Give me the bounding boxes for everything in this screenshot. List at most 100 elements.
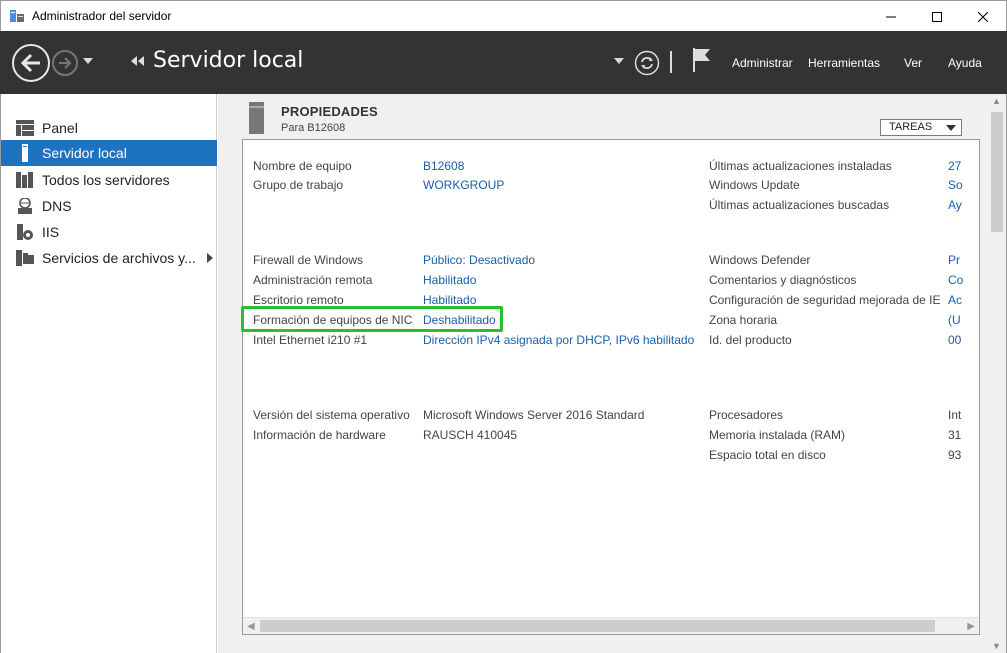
sidebar-item-label: IIS bbox=[42, 224, 60, 240]
sidebar-item-dns[interactable]: DNS bbox=[1, 193, 217, 219]
dns-icon bbox=[15, 197, 35, 215]
sidebar-item-label: Servidor local bbox=[42, 145, 127, 161]
prop-link-ethernet[interactable]: Dirección IPv4 asignada por DHCP, IPv6 h… bbox=[423, 333, 694, 347]
prop-link-remote-desktop[interactable]: Habilitado bbox=[423, 293, 476, 307]
prop-value-os-version: Microsoft Windows Server 2016 Standard bbox=[423, 408, 645, 422]
prop-link-windows-update[interactable]: So bbox=[948, 178, 963, 192]
chevron-right-icon[interactable] bbox=[207, 253, 213, 263]
prop-link-timezone[interactable]: (U bbox=[948, 313, 961, 327]
prop-label: Grupo de trabajo bbox=[253, 178, 344, 192]
menu-herramientas[interactable]: Herramientas bbox=[808, 56, 880, 70]
sidebar-item-local-server[interactable]: Servidor local bbox=[1, 140, 217, 166]
close-icon bbox=[978, 11, 988, 22]
sidebar-item-label: Panel bbox=[42, 120, 78, 136]
notifications-flag-icon[interactable] bbox=[692, 47, 712, 73]
menu-administrar[interactable]: Administrar bbox=[732, 56, 793, 70]
prop-label: Firewall de Windows bbox=[253, 253, 364, 267]
refresh-icon[interactable] bbox=[634, 50, 660, 76]
prop-label: Windows Defender bbox=[709, 253, 811, 267]
sidebar-item-label: Servicios de archivos y... bbox=[42, 250, 196, 266]
title-bar: Administrador del servidor bbox=[0, 0, 1007, 31]
prop-label: Últimas actualizaciones instaladas bbox=[709, 159, 892, 173]
arrow-right-icon bbox=[59, 57, 72, 69]
sidebar-item-label: Todos los servidores bbox=[42, 172, 170, 188]
prop-label: Escritorio remoto bbox=[253, 293, 344, 307]
prop-link-ie-security[interactable]: Ac bbox=[948, 293, 962, 307]
scroll-left-icon[interactable]: ◀ bbox=[247, 621, 255, 632]
prop-link-product-id[interactable]: 00 bbox=[948, 333, 961, 347]
prop-value-processors: Int bbox=[948, 408, 962, 422]
header-bar: Servidor local Administrar Herramientas … bbox=[0, 31, 1007, 94]
menu-ver[interactable]: Ver bbox=[904, 56, 922, 70]
sidebar-item-file-services[interactable]: Servicios de archivos y... bbox=[1, 245, 217, 271]
prop-label: Nombre de equipo bbox=[253, 159, 352, 173]
close-button[interactable] bbox=[960, 1, 1006, 32]
sidebar-item-label: DNS bbox=[42, 198, 72, 214]
sidebar: Panel Servidor local Todos los servidore… bbox=[0, 94, 217, 653]
prop-link-feedback[interactable]: Co bbox=[948, 273, 963, 287]
file-services-icon bbox=[15, 249, 35, 267]
header-separator bbox=[670, 51, 672, 73]
prop-link-windows-defender[interactable]: Pr bbox=[948, 253, 960, 267]
scrollbar-thumb[interactable] bbox=[991, 112, 1003, 232]
page-title-area: Servidor local bbox=[131, 48, 303, 73]
back-button[interactable] bbox=[12, 44, 50, 82]
minimize-icon bbox=[886, 16, 896, 17]
server-icon bbox=[15, 144, 35, 162]
properties-panel: Nombre de equipo B12608 Grupo de trabajo… bbox=[242, 139, 980, 635]
page-title: Servidor local bbox=[153, 48, 304, 73]
prop-label: Intel Ethernet i210 #1 bbox=[253, 333, 368, 347]
prop-link-workgroup[interactable]: WORKGROUP bbox=[423, 178, 504, 192]
prop-label: Memoria instalada (RAM) bbox=[709, 428, 846, 442]
arrow-left-icon bbox=[20, 53, 40, 73]
prop-label: Espacio total en disco bbox=[709, 448, 826, 462]
iis-icon bbox=[15, 223, 35, 241]
window-title: Administrador del servidor bbox=[32, 9, 172, 23]
prop-link-last-updates-checked[interactable]: Ay bbox=[948, 198, 962, 212]
chevron-down-icon[interactable] bbox=[83, 58, 93, 64]
sidebar-item-iis[interactable]: IIS bbox=[1, 219, 217, 245]
dashboard-icon bbox=[15, 119, 35, 137]
prop-label: Información de hardware bbox=[253, 428, 386, 442]
servers-icon bbox=[15, 171, 35, 189]
prop-label: Id. del producto bbox=[709, 333, 792, 347]
chevron-down-icon[interactable] bbox=[614, 58, 624, 64]
maximize-button[interactable] bbox=[914, 1, 960, 32]
sidebar-item-panel[interactable]: Panel bbox=[1, 115, 217, 141]
prop-label: Últimas actualizaciones buscadas bbox=[709, 198, 890, 212]
vertical-scrollbar[interactable]: ▲ ▼ bbox=[988, 94, 1006, 653]
properties-subtitle: Para B12608 bbox=[281, 122, 346, 134]
properties-title: PROPIEDADES bbox=[281, 104, 378, 119]
prop-label: Procesadores bbox=[709, 408, 784, 422]
minimize-button[interactable] bbox=[868, 1, 914, 32]
scroll-up-icon[interactable]: ▲ bbox=[992, 96, 1001, 106]
prop-label: Windows Update bbox=[709, 178, 800, 192]
prop-label: Zona horaria bbox=[709, 313, 778, 327]
sidebar-item-all-servers[interactable]: Todos los servidores bbox=[1, 167, 217, 193]
maximize-icon bbox=[932, 11, 942, 22]
prop-link-firewall[interactable]: Público: Desactivado bbox=[423, 253, 535, 267]
chevron-down-icon bbox=[946, 125, 956, 131]
scroll-down-icon[interactable]: ▼ bbox=[992, 641, 1001, 651]
tasks-label: TAREAS bbox=[889, 121, 933, 133]
double-chevron-left-icon bbox=[131, 55, 144, 66]
horizontal-scrollbar[interactable]: ◀ ▶ bbox=[243, 617, 979, 634]
scrollbar-thumb[interactable] bbox=[260, 620, 935, 632]
prop-value-hardware: RAUSCH 410045 bbox=[423, 428, 518, 442]
prop-label: Versión del sistema operativo bbox=[253, 408, 410, 422]
prop-link-remote-management[interactable]: Habilitado bbox=[423, 273, 476, 287]
prop-value-ram: 31 bbox=[948, 428, 962, 442]
tasks-dropdown[interactable]: TAREAS bbox=[880, 119, 962, 136]
prop-label: Administración remota bbox=[253, 273, 373, 287]
prop-value-disk-space: 93 bbox=[948, 448, 962, 462]
prop-link-last-updates-installed[interactable]: 27 bbox=[948, 159, 961, 173]
scroll-right-icon[interactable]: ▶ bbox=[967, 621, 975, 632]
prop-label: Configuración de seguridad mejorada de I… bbox=[709, 293, 941, 307]
highlight-box bbox=[241, 306, 503, 332]
menu-ayuda[interactable]: Ayuda bbox=[948, 56, 982, 70]
main-content: PROPIEDADES Para B12608 TAREAS Nombre de… bbox=[218, 94, 1007, 653]
prop-link-computer-name[interactable]: B12608 bbox=[423, 159, 464, 173]
server-manager-icon bbox=[10, 10, 24, 22]
prop-label: Comentarios y diagnósticos bbox=[709, 273, 857, 287]
forward-button[interactable] bbox=[52, 50, 78, 76]
